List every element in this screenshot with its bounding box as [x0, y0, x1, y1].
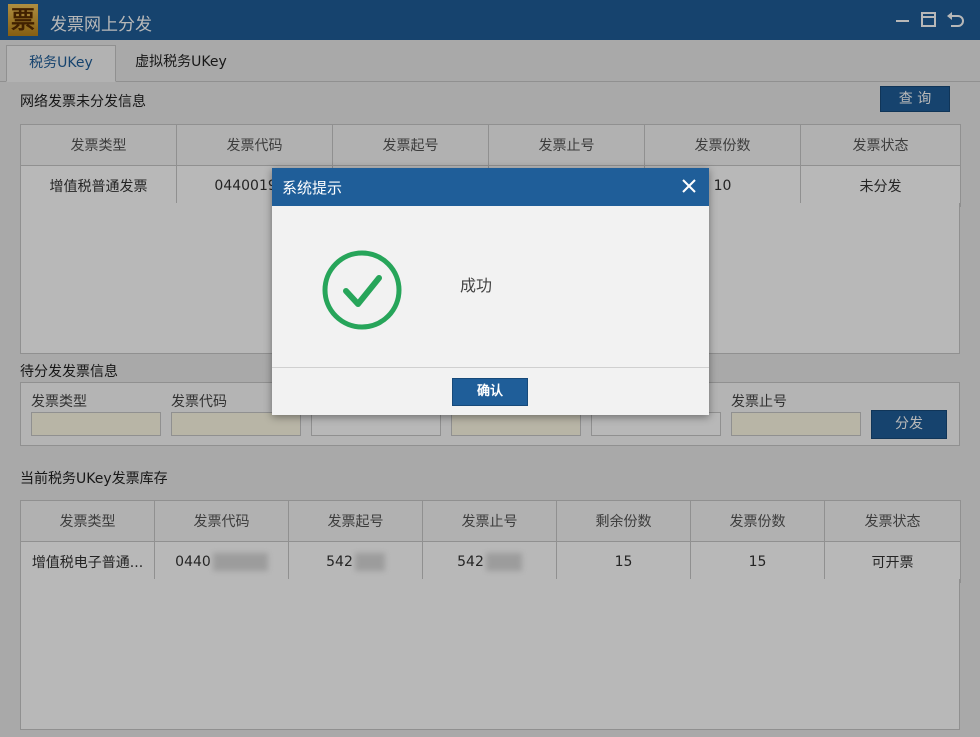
- dialog-divider: [272, 367, 709, 368]
- confirm-button[interactable]: 确认: [452, 378, 528, 406]
- success-check-icon: [321, 249, 403, 335]
- dialog-message: 成功: [460, 276, 493, 295]
- dialog-header: 系统提示: [272, 168, 709, 206]
- close-icon[interactable]: [679, 176, 699, 196]
- dialog-title: 系统提示: [282, 179, 343, 197]
- system-prompt-dialog: 系统提示 成功 确认: [272, 168, 709, 415]
